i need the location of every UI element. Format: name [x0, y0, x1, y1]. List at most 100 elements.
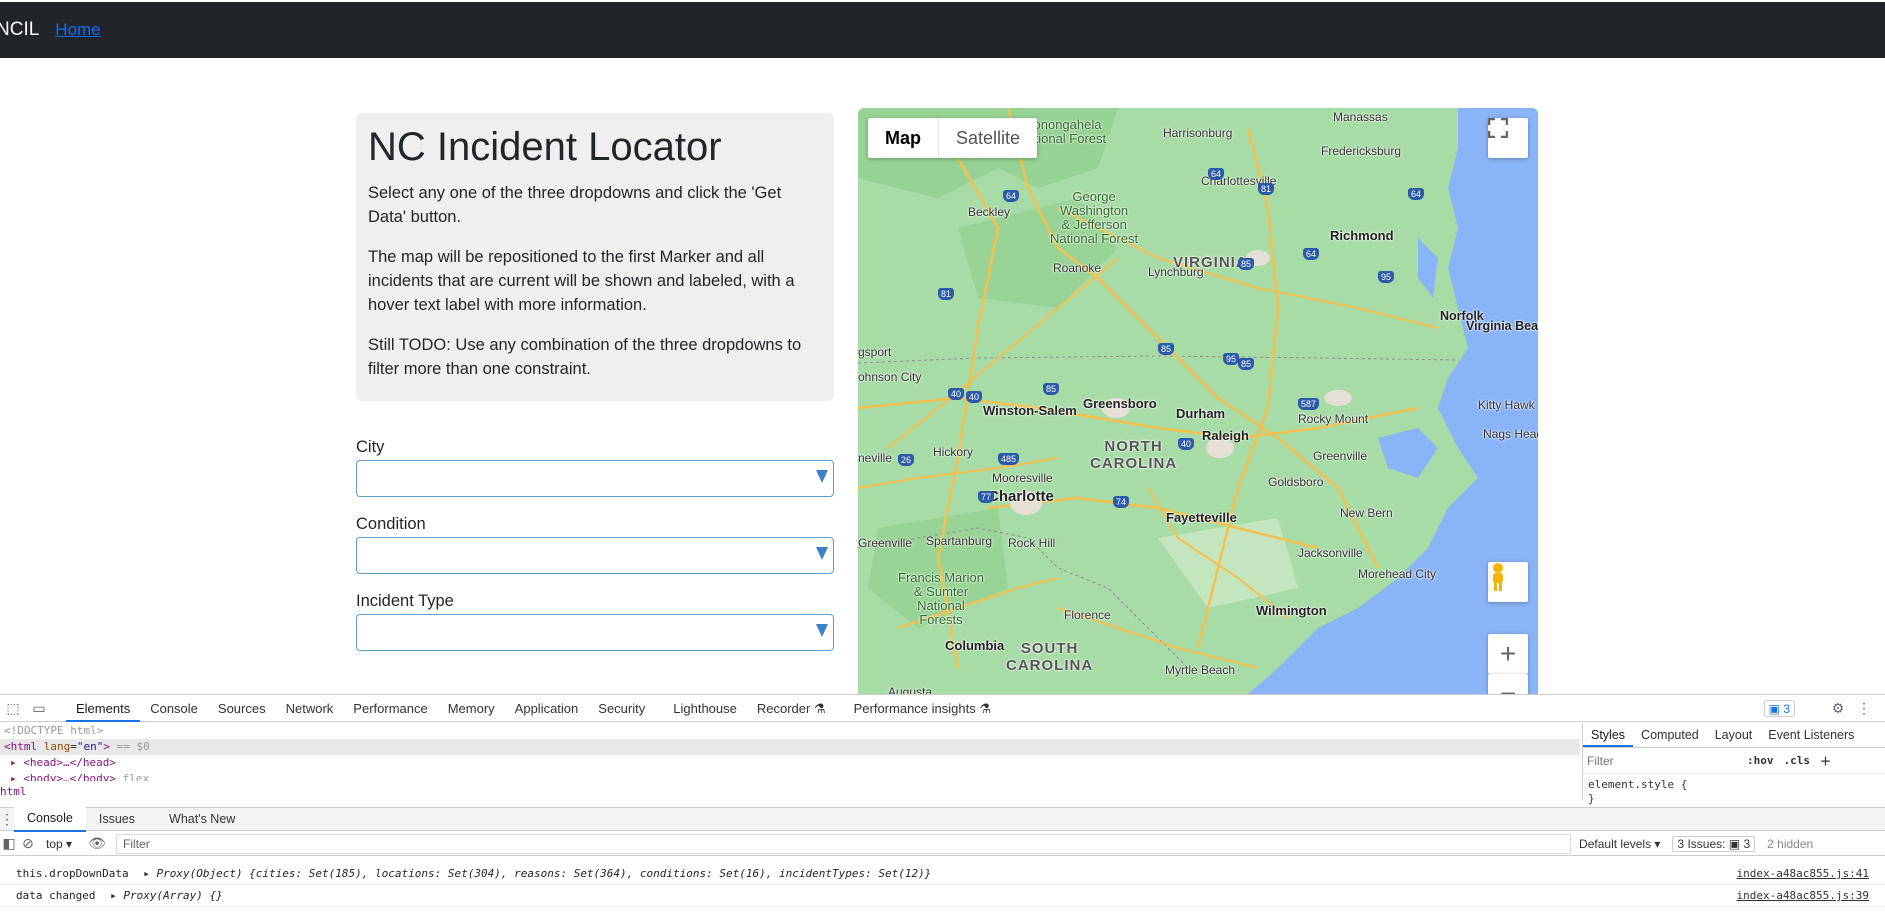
devtools-tab-recorder[interactable]: Recorder ⚗	[747, 695, 836, 722]
map-label-rocky-mount: Rocky Mount	[1298, 412, 1369, 426]
map-label-augusta: Augusta	[888, 685, 933, 694]
devtools-tab-elements[interactable]: Elements	[66, 695, 141, 722]
console-message-body[interactable]: Proxy(Array) {}	[123, 889, 222, 902]
eye-icon[interactable]: 👁	[84, 830, 110, 857]
highway-shield-icon: 40	[948, 388, 965, 400]
issues-flag-icon: ▣	[1768, 702, 1784, 716]
devtools-tab-network[interactable]: Network	[276, 695, 344, 722]
devtools-tab-performance-insights[interactable]: Performance insights ⚗	[844, 695, 1001, 722]
map-label-kitty-hawk: Kitty Hawk	[1478, 398, 1535, 412]
default-levels-dropdown[interactable]: Default levels ▾	[1579, 837, 1660, 851]
console-message-source[interactable]: index-a48ac855.js:41	[1737, 863, 1869, 885]
zoom-out-button[interactable]: −	[1488, 674, 1528, 694]
styles-tab-computed[interactable]: Computed	[1633, 723, 1707, 747]
expand-triangle-icon[interactable]: ▸	[110, 889, 117, 902]
incident-type-select[interactable]	[356, 614, 834, 651]
brand-name[interactable]: NCIL	[0, 19, 39, 41]
styles-filter-input[interactable]	[1587, 753, 1737, 768]
html-attr-name: lang	[43, 740, 71, 753]
drawer-tab-console[interactable]: Console	[14, 806, 86, 832]
map-label-north-carolina: NORTH CAROLINA	[1090, 438, 1178, 472]
head-node[interactable]: ▸ <head>…</head>	[0, 755, 1580, 771]
add-rule-icon[interactable]: ＋	[1820, 753, 1831, 769]
elements-tree: <!DOCTYPE html> <html lang="en"> == $0 ▸…	[0, 723, 1580, 786]
home-link[interactable]: Home	[55, 20, 100, 40]
html-node[interactable]: <html lang="en"> == $0	[0, 739, 1580, 755]
city-select[interactable]	[356, 460, 834, 497]
highway-shield-icon: 95	[1378, 271, 1395, 283]
hover-state-toggle[interactable]: :hov	[1747, 754, 1774, 767]
sidebar-toggle-icon[interactable]: ◧	[0, 830, 18, 857]
device-toolbar-icon[interactable]: ▭	[26, 695, 52, 722]
map-label-mooresville: Mooresville	[992, 471, 1053, 485]
console-message[interactable]: this.dropDownData ▸ Proxy(Object) {citie…	[0, 863, 1885, 885]
highway-shield-icon: 85	[1158, 343, 1175, 355]
map-type-control: Map Satellite	[868, 118, 1038, 158]
styles-tab-layout[interactable]: Layout	[1707, 723, 1761, 747]
map-label-greensboro: Greensboro	[1083, 396, 1157, 411]
drawer-tab-issues[interactable]: Issues	[86, 808, 148, 831]
styles-tab-event-listeners[interactable]: Event Listeners	[1760, 723, 1862, 747]
console-message-source[interactable]: index-a48ac855.js:39	[1737, 885, 1869, 907]
map-label-raleigh: Raleigh	[1202, 428, 1249, 443]
map-label-charlotte: Charlotte	[988, 488, 1054, 505]
issues-badge[interactable]: ▣ 3	[1763, 700, 1795, 717]
doctype-node[interactable]: <!DOCTYPE html>	[0, 723, 1580, 739]
class-toggle[interactable]: .cls	[1784, 754, 1811, 767]
element-style-selector: element.style {	[1588, 778, 1688, 791]
more-options-icon[interactable]: ⋮	[1851, 695, 1877, 722]
map-label-fayetteville: Fayetteville	[1166, 510, 1237, 525]
highway-shield-icon: 40	[966, 391, 983, 403]
instructions-paragraph-3: Still TODO: Use any combination of the t…	[368, 336, 802, 378]
styles-pane: Styles Computed Layout Event Listeners :…	[1582, 723, 1885, 805]
devtools-tab-sources[interactable]: Sources	[208, 695, 276, 722]
devtools-tab-console[interactable]: Console	[140, 695, 208, 722]
map-label-beckley: Beckley	[968, 205, 1011, 219]
element-style-close: }	[1588, 792, 1595, 805]
clear-console-icon[interactable]: ⊘	[18, 830, 38, 857]
map-label-jacksonville: Jacksonville	[1298, 546, 1363, 560]
city-label: City	[356, 438, 385, 456]
devtools-tab-performance[interactable]: Performance	[343, 695, 437, 722]
console-messages: this.dropDownData ▸ Proxy(Object) {citie…	[0, 863, 1885, 907]
console-message-prefix: data changed	[16, 889, 96, 902]
drawer-tab-whats-new[interactable]: What's New	[156, 808, 248, 831]
info-card: NC Incident Locator Select any one of th…	[356, 113, 834, 401]
map-label-greenville-sc: Greenville	[858, 536, 913, 550]
console-message-body[interactable]: Proxy(Object) {cities: Set(185), locatio…	[156, 867, 931, 880]
head-node-text: <head>…</head>	[23, 756, 116, 769]
body-node[interactable]: ▸ <body>…</body> flex	[0, 771, 1580, 781]
map-type-map-button[interactable]: Map	[868, 118, 938, 158]
inspect-element-icon[interactable]: ⬚	[0, 695, 26, 722]
devtools-tab-application[interactable]: Application	[505, 695, 589, 722]
chevron-down-icon	[816, 624, 828, 637]
devtools-tab-memory[interactable]: Memory	[438, 695, 505, 722]
console-filter-input[interactable]: Filter	[116, 833, 1572, 854]
condition-label: Condition	[356, 515, 426, 533]
condition-select[interactable]	[356, 537, 834, 574]
styles-tab-styles[interactable]: Styles	[1583, 723, 1634, 747]
context-select[interactable]: top ▾	[46, 837, 72, 851]
devtools-tab-lighthouse[interactable]: Lighthouse	[663, 695, 747, 722]
zoom-in-button[interactable]: +	[1488, 634, 1528, 674]
map-label-goldsboro: Goldsboro	[1268, 475, 1324, 489]
fullscreen-button[interactable]	[1488, 118, 1528, 158]
issues-counter-button[interactable]: 3 Issues: ▣ 3	[1672, 835, 1756, 852]
elements-breadcrumb[interactable]: html	[0, 785, 27, 801]
console-message[interactable]: data changed ▸ Proxy(Array) {} index-a48…	[0, 885, 1885, 907]
map-label-neville: neville	[858, 451, 893, 465]
map-label-francis-marion: Francis Marion & Sumter National Forests	[898, 570, 984, 627]
gear-icon[interactable]: ⚙	[1825, 695, 1851, 722]
street-view-pegman-button[interactable]	[1488, 562, 1528, 602]
map-label-roanoke: Roanoke	[1053, 261, 1102, 275]
map-type-satellite-button[interactable]: Satellite	[938, 118, 1037, 158]
google-map[interactable]: Monongahela National Forest Harrisonburg…	[858, 108, 1538, 694]
drawer-menu-icon[interactable]: ⋮	[0, 806, 14, 833]
devtools-tab-security[interactable]: Security	[588, 695, 655, 722]
incident-type-label: Incident Type	[356, 592, 454, 610]
element-style-rule[interactable]: element.style { }	[1583, 774, 1885, 810]
map-label-virginia-beach: Virginia Bea	[1466, 319, 1538, 333]
map-label-durham: Durham	[1176, 406, 1226, 421]
map-label-florence: Florence	[1064, 608, 1111, 622]
expand-triangle-icon[interactable]: ▸	[143, 867, 150, 880]
